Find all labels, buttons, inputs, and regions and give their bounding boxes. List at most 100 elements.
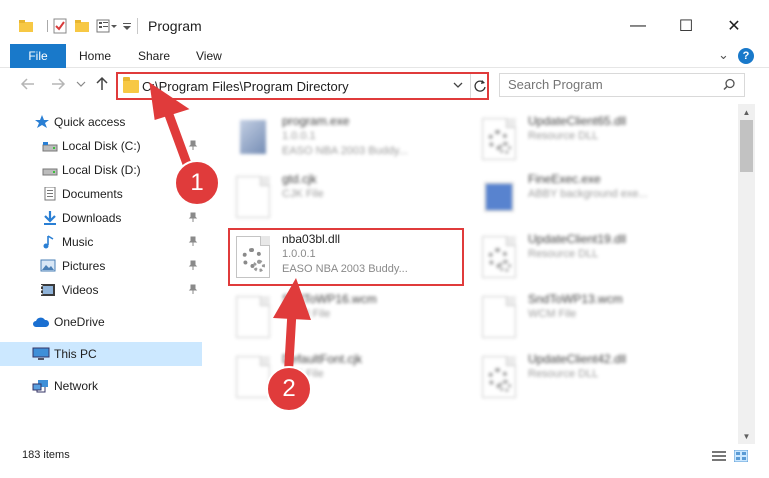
maximize-button[interactable]: ☐ (666, 12, 706, 40)
minimize-button[interactable]: — (618, 12, 658, 40)
pin-icon[interactable] (188, 212, 198, 225)
scroll-up-icon[interactable]: ▲ (738, 104, 755, 120)
file-item-defaultfont[interactable]: DefaultFont.cjk CJK File (226, 350, 476, 410)
sidebar-item-pictures[interactable]: Pictures (0, 254, 202, 278)
title-bar: Program — ☐ ✕ (0, 0, 769, 44)
dll-gear-icon (482, 356, 516, 398)
pin-icon[interactable] (188, 284, 198, 297)
sidebar-item-label: Local Disk (C:) (62, 139, 141, 153)
file-type: WCM File (282, 308, 331, 320)
item-count: 183 items (22, 449, 70, 461)
sidebar-item-local-disk-c[interactable]: Local Disk (C:) (0, 134, 202, 158)
file-type: Resource DLL (528, 130, 599, 142)
file-name: gtd.cjk (282, 172, 317, 186)
tab-home[interactable]: Home (79, 49, 111, 63)
search-icon[interactable] (723, 78, 736, 94)
file-name: UpdateClient42.dll (528, 352, 627, 366)
folder-icon[interactable] (18, 18, 34, 34)
file-name: DefaultFont.cjk (282, 352, 363, 366)
sidebar-item-videos[interactable]: Videos (0, 278, 202, 302)
forward-arrow-icon[interactable] (50, 76, 66, 96)
star-icon (34, 115, 50, 129)
drive-icon (42, 140, 58, 154)
file-type: WCM File (528, 308, 577, 320)
ribbon-tabs: File Home Share View ⌄ ? (0, 44, 769, 68)
step-1-badge: 1 (174, 160, 220, 206)
sidebar-item-label: OneDrive (54, 315, 105, 329)
sidebar-item-label: Quick access (54, 115, 126, 129)
pin-icon[interactable] (188, 140, 198, 153)
sidebar-item-label: Music (62, 235, 94, 249)
file-item-updateclient65[interactable]: UpdateClient65.dll Resource DLL (472, 112, 722, 172)
dropdown-arrow-icon[interactable] (122, 18, 138, 34)
document-file-icon (482, 296, 516, 338)
window-title: Program (148, 18, 202, 34)
close-button[interactable]: ✕ (714, 12, 754, 40)
file-name: UpdateClient65.dll (528, 114, 627, 128)
file-description: ABBY background exe... (528, 188, 648, 200)
scroll-down-icon[interactable]: ▼ (738, 428, 755, 444)
navigation-bar: C:\Program Files\Program Directory (0, 68, 769, 102)
file-item-fineexec[interactable]: FineExec.exe ABBY background exe... (472, 170, 722, 230)
customize-qat-icon[interactable] (96, 18, 117, 34)
document-file-icon (236, 356, 270, 398)
file-version: 1.0.0.1 (282, 130, 316, 142)
sidebar-item-label: Documents (62, 187, 123, 201)
sidebar-item-music[interactable]: Music (0, 230, 202, 254)
scroll-thumb[interactable] (740, 120, 753, 172)
file-name: program.exe (282, 114, 350, 128)
sidebar-item-network[interactable]: Network (0, 374, 202, 398)
tab-view[interactable]: View (196, 49, 222, 63)
file-item-sndtowp16[interactable]: SndToWP16.wcm WCM File (226, 290, 476, 350)
refresh-icon[interactable] (470, 74, 489, 98)
exe-file-icon (482, 176, 516, 218)
file-item-gtd-cjk[interactable]: gtd.cjk CJK File (226, 170, 476, 230)
sidebar-item-label: Local Disk (D:) (62, 163, 141, 177)
dll-gear-icon (482, 236, 516, 278)
sidebar-item-label: Network (54, 379, 99, 393)
back-arrow-icon[interactable] (20, 76, 36, 96)
tab-file[interactable]: File (10, 44, 66, 68)
title-separator (137, 18, 138, 34)
details-view-icon[interactable] (712, 450, 726, 462)
up-arrow-icon[interactable] (94, 76, 110, 96)
file-item-updateclient19[interactable]: UpdateClient19.dll Resource DLL (472, 230, 722, 290)
expand-ribbon-icon[interactable]: ⌄ (718, 47, 729, 63)
exe-file-icon (236, 118, 270, 160)
sidebar-item-label: Videos (62, 283, 99, 297)
tab-share[interactable]: Share (138, 49, 170, 63)
sidebar-item-this-pc[interactable]: This PC (0, 342, 202, 366)
sidebar-item-quick-access[interactable]: Quick access (0, 110, 202, 134)
search-box[interactable] (499, 73, 745, 97)
search-input[interactable] (508, 77, 708, 92)
sidebar-item-local-disk-d[interactable]: Local Disk (D:) (0, 158, 202, 182)
sidebar-item-label: Pictures (62, 259, 106, 273)
pictures-icon (40, 259, 56, 273)
address-bar[interactable]: C:\Program Files\Program Directory (116, 72, 489, 100)
new-folder-icon[interactable] (74, 18, 90, 34)
file-type: CJK File (282, 188, 324, 200)
file-item-updateclient42[interactable]: UpdateClient42.dll Resource DLL (472, 350, 722, 410)
sidebar-item-downloads[interactable]: Downloads (0, 206, 202, 230)
recent-locations-icon[interactable] (76, 76, 86, 96)
document-file-icon (236, 176, 270, 218)
status-bar: 183 items (0, 444, 769, 478)
address-path[interactable]: C:\Program Files\Program Directory (142, 79, 349, 94)
large-icons-view-icon[interactable] (733, 449, 749, 463)
address-dropdown-icon[interactable] (452, 77, 464, 96)
file-item-program-exe[interactable]: program.exe 1.0.0.1 EASO NBA 2003 Buddy.… (226, 112, 476, 172)
properties-icon[interactable] (52, 18, 68, 34)
music-icon (42, 235, 58, 249)
file-name: UpdateClient19.dll (528, 232, 627, 246)
vertical-scrollbar[interactable]: ▲ ▼ (738, 104, 755, 444)
help-icon[interactable]: ? (738, 48, 754, 64)
sidebar-item-onedrive[interactable]: OneDrive (0, 310, 202, 334)
file-name: SndToWP13.wcm (528, 292, 623, 306)
step-2-badge: 2 (266, 366, 312, 412)
file-item-sndtowp13[interactable]: SndToWP13.wcm WCM File (472, 290, 722, 350)
drive-icon (42, 164, 58, 178)
pin-icon[interactable] (188, 236, 198, 249)
pin-icon[interactable] (188, 260, 198, 273)
sidebar-item-documents[interactable]: Documents (0, 182, 202, 206)
file-type: Resource DLL (528, 368, 599, 380)
